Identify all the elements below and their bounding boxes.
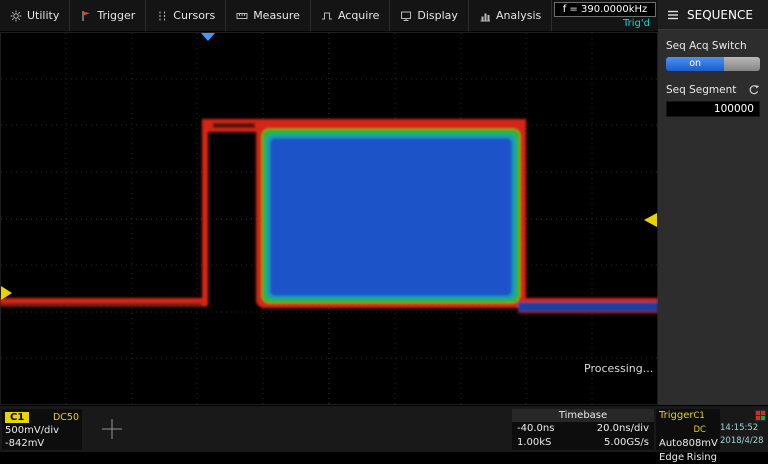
timebase-delay: -40.0ns: [517, 422, 554, 436]
trigger-level-marker[interactable]: [644, 213, 657, 227]
seq-segment-value: 100000: [714, 103, 754, 115]
menu-trigger[interactable]: Trigger: [70, 0, 146, 31]
trigger-mode: Auto: [659, 437, 682, 451]
seq-acq-switch-label: Seq Acq Switch: [658, 30, 768, 56]
seq-acq-switch-toggle[interactable]: on: [666, 57, 760, 71]
channel1-coupling: DC50: [53, 412, 79, 423]
trigger-position-marker[interactable]: [201, 33, 215, 41]
menu-display[interactable]: Display: [390, 0, 469, 31]
refresh-icon[interactable]: [748, 84, 760, 96]
measure-ruler-icon: [236, 10, 248, 22]
toggle-off-segment: [724, 57, 760, 71]
waveform-display[interactable]: Processing...: [0, 32, 658, 405]
status-bar: C1 DC50 500mV/div -842mV Timebase -40.0n…: [0, 405, 768, 452]
datetime-panel: 14:15:52 2018/4/28: [720, 409, 767, 450]
channel1-scale: 500mV/div: [5, 424, 79, 437]
trigger-status: Trig'd: [554, 17, 656, 31]
menu-analysis-label: Analysis: [496, 9, 541, 22]
seq-segment-label: Seq Segment: [666, 84, 736, 96]
timebase-samples: 1.00kS: [517, 436, 551, 450]
channel1-panel[interactable]: C1 DC50 500mV/div -842mV: [2, 409, 82, 450]
clock-time: 14:15:52: [720, 422, 767, 435]
utility-gear-icon: [10, 10, 22, 22]
menu-measure-label: Measure: [253, 9, 300, 22]
menu-acquire[interactable]: Acquire: [311, 0, 390, 31]
waveform-plot: [0, 32, 658, 405]
waveform-trace: [0, 119, 658, 314]
trigger-panel[interactable]: Trigger C1 DC Auto 808mV Edge Rising: [656, 409, 720, 450]
clock-date: 2018/4/28: [720, 435, 767, 448]
menu-measure[interactable]: Measure: [226, 0, 311, 31]
analysis-chart-icon: [479, 10, 491, 22]
sequence-dialog: SEQUENCE Seq Acq Switch on Seq Segment 1…: [658, 0, 768, 405]
cursors-icon: [156, 10, 168, 22]
frequency-value: f = 390.0000kHz: [554, 2, 656, 17]
menu-trigger-label: Trigger: [97, 9, 135, 22]
menu-utility[interactable]: Utility: [0, 0, 70, 31]
display-monitor-icon: [400, 10, 412, 22]
menu-acquire-label: Acquire: [338, 9, 379, 22]
top-menu-bar: Utility Trigger Cursors Measure Acquire …: [0, 0, 658, 32]
toggle-state-label: on: [689, 58, 701, 69]
sequence-dialog-header[interactable]: SEQUENCE: [658, 0, 768, 30]
channel-offset-marker[interactable]: [1, 286, 12, 300]
trigger-type: Edge: [659, 451, 684, 464]
trigger-source: C1 DC: [694, 410, 718, 437]
trigger-flag-icon: [80, 10, 92, 22]
trigger-slope: Rising: [687, 451, 717, 464]
menu-cursors[interactable]: Cursors: [146, 0, 226, 31]
timebase-panel[interactable]: Timebase -40.0ns 20.0ns/div 1.00kS 5.00G…: [512, 409, 654, 450]
processing-text: Processing...: [584, 362, 653, 375]
sequence-title: SEQUENCE: [687, 8, 753, 22]
lan-status-icon: [755, 410, 766, 421]
trigger-level: 808mV: [682, 437, 718, 451]
menu-cursors-label: Cursors: [173, 9, 215, 22]
hamburger-menu-icon: [667, 10, 679, 20]
timebase-rate: 5.00GS/s: [604, 436, 649, 450]
acquire-wave-icon: [321, 10, 333, 22]
crosshair-icon: [98, 415, 126, 443]
menu-utility-label: Utility: [27, 9, 59, 22]
menu-display-label: Display: [417, 9, 458, 22]
toggle-on-segment: on: [666, 57, 724, 71]
frequency-counter: f = 390.0000kHz Trig'd: [554, 0, 658, 31]
timebase-title: Timebase: [512, 409, 654, 422]
oscilloscope-screen: Utility Trigger Cursors Measure Acquire …: [0, 0, 768, 452]
seq-segment-input[interactable]: 100000: [666, 101, 760, 117]
channel1-badge: C1: [5, 412, 29, 423]
trigger-title: Trigger: [659, 409, 694, 423]
channel1-offset: -842mV: [5, 437, 79, 450]
menu-analysis[interactable]: Analysis: [469, 0, 552, 31]
timebase-scale: 20.0ns/div: [597, 422, 649, 436]
